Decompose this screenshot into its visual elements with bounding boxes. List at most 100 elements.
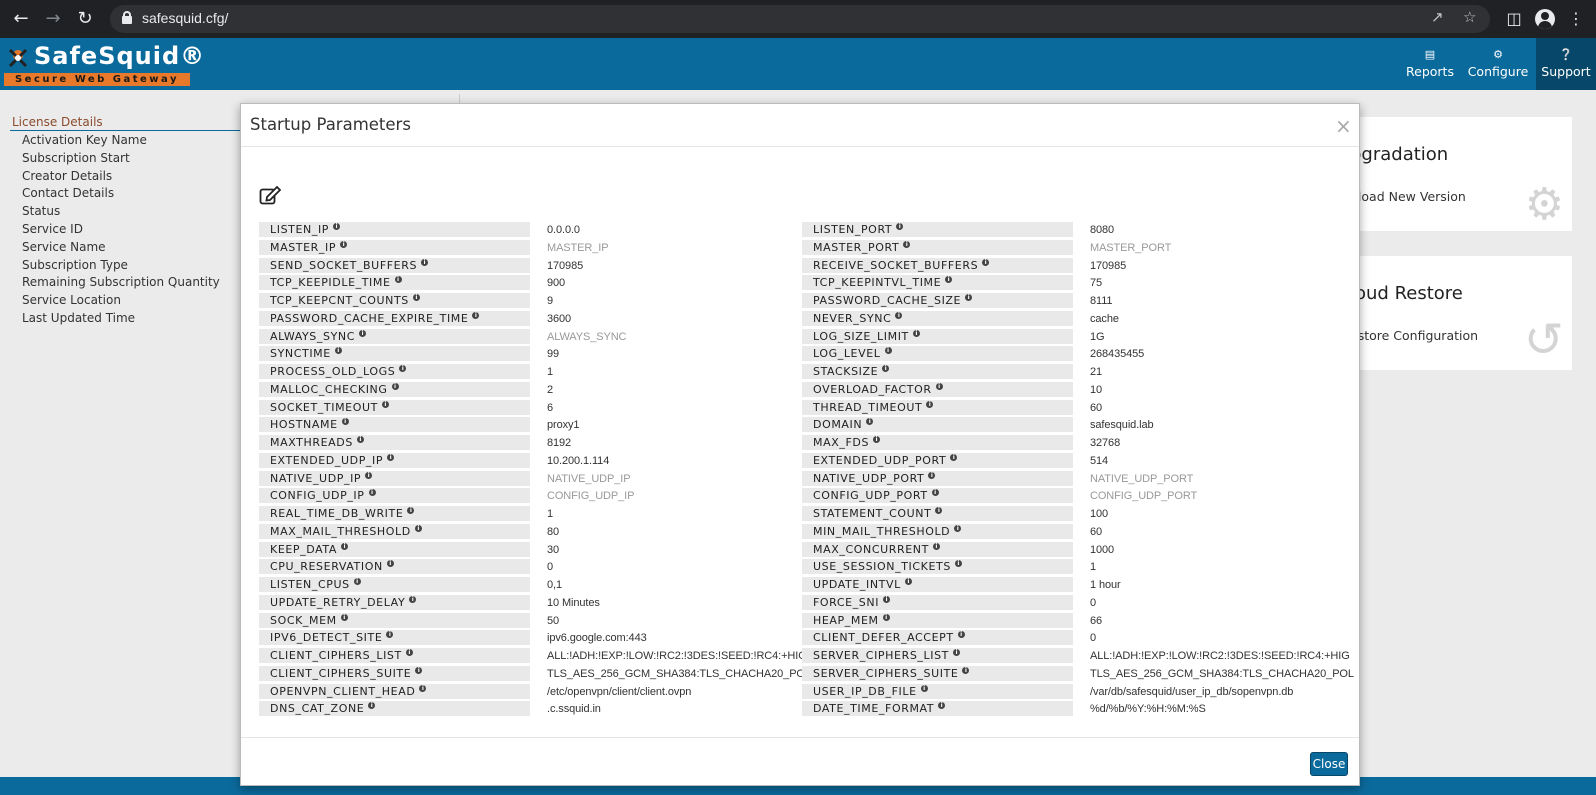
reports-label: Reports (1406, 64, 1454, 79)
info-icon[interactable]: i (368, 702, 376, 710)
parameter-key: UPDATE_RETRY_DELAY i (259, 594, 530, 610)
info-icon[interactable]: i (353, 578, 361, 585)
parameter-key-label: LOG_SIZE_LIMIT (813, 329, 909, 343)
info-icon[interactable]: i (938, 702, 946, 710)
parameter-value: 66 (1090, 614, 1103, 627)
info-icon[interactable]: i (407, 507, 415, 514)
info-icon[interactable]: i (935, 507, 943, 514)
info-icon[interactable]: i (391, 382, 399, 390)
upload-new-version-link[interactable]: pload New Version (1350, 189, 1466, 204)
star-icon[interactable]: ☆ (1463, 8, 1476, 26)
parameter-key: OPENVPN_CLIENT_HEAD i (259, 683, 530, 699)
parameter-value: CONFIG_UDP_IP (547, 490, 635, 503)
info-icon[interactable]: i (334, 347, 342, 355)
info-icon[interactable]: i (950, 453, 958, 461)
profile-avatar-icon[interactable] (1535, 9, 1555, 29)
parameter-key: HEAP_MEM i (802, 612, 1073, 628)
side-panel-icon[interactable]: ◫ (1502, 7, 1526, 31)
info-icon[interactable]: i (926, 400, 934, 408)
info-icon[interactable]: i (920, 684, 928, 692)
edit-icon[interactable] (259, 185, 281, 205)
info-icon[interactable]: i (340, 240, 348, 248)
parameter-key-label: SERVER_CIPHERS_LIST (813, 649, 949, 662)
info-icon[interactable]: i (873, 436, 881, 443)
info-icon[interactable]: i (421, 258, 429, 266)
restore-configuration-link[interactable]: estore Configuration (1350, 328, 1478, 343)
info-icon[interactable]: i (368, 489, 376, 497)
info-icon[interactable]: i (415, 666, 423, 674)
info-icon[interactable]: i (935, 382, 943, 390)
info-icon[interactable]: i (359, 329, 367, 337)
info-icon[interactable]: i (381, 400, 389, 408)
parameter-key: OVERLOAD_FACTOR i (802, 381, 1073, 397)
info-icon[interactable]: i (884, 347, 892, 355)
info-icon[interactable]: i (341, 542, 348, 550)
safesquid-logo[interactable]: SafeSquid® Secure Web Gateway (4, 42, 204, 86)
info-icon[interactable]: i (340, 613, 348, 621)
info-icon[interactable]: i (399, 365, 407, 372)
parameter-key-label: LISTEN_CPUS (270, 578, 350, 591)
info-icon[interactable]: i (866, 418, 874, 426)
info-icon[interactable]: i (903, 240, 911, 248)
info-icon[interactable]: i (928, 471, 936, 479)
info-icon[interactable]: i (386, 631, 394, 639)
info-icon[interactable]: i (883, 595, 891, 603)
info-icon[interactable]: i (365, 471, 373, 479)
info-icon[interactable]: i (896, 223, 904, 230)
info-icon[interactable]: i (419, 684, 427, 692)
reports-button[interactable]: ▤ Reports (1400, 38, 1460, 90)
info-icon[interactable]: i (386, 560, 394, 568)
info-icon[interactable]: i (882, 365, 890, 372)
parameter-key-label: STACKSIZE (813, 365, 879, 378)
info-icon[interactable]: i (412, 294, 420, 301)
license-details-title[interactable]: License Details (10, 114, 250, 131)
info-icon[interactable]: i (882, 613, 890, 621)
info-icon[interactable]: i (932, 542, 940, 550)
reload-icon[interactable]: ↻ (73, 7, 97, 31)
parameter-key-label: LOG_LEVEL (813, 347, 881, 361)
logo-text: SafeSquid® (34, 42, 206, 70)
info-icon[interactable]: i (409, 595, 417, 603)
parameter-key-label: OVERLOAD_FACTOR (813, 382, 932, 396)
info-icon[interactable]: i (414, 524, 422, 532)
info-icon[interactable]: i (472, 311, 480, 319)
support-button[interactable]: ❔ Support (1536, 38, 1596, 90)
info-icon[interactable]: i (405, 649, 413, 656)
info-icon[interactable]: i (954, 524, 962, 532)
share-icon[interactable]: ↗ (1431, 8, 1444, 26)
address-bar[interactable]: safesquid.cfg/ ↗ ☆ (110, 5, 1490, 33)
info-icon[interactable]: i (341, 418, 349, 426)
parameter-value: 1 (1090, 561, 1097, 574)
info-icon[interactable]: i (394, 276, 402, 284)
info-icon[interactable]: i (965, 294, 973, 301)
parameter-key: LISTEN_IP i (259, 222, 530, 237)
parameter-key: DATE_TIME_FORMAT i (802, 701, 1073, 717)
parameter-value: 1000 (1090, 543, 1115, 556)
parameter-key-label: LISTEN_PORT (813, 223, 893, 236)
info-icon[interactable]: i (912, 329, 920, 337)
parameter-value: 3600 (547, 312, 572, 325)
more-menu-icon[interactable]: ⋮ (1564, 7, 1588, 31)
close-icon[interactable]: × (1335, 114, 1352, 138)
info-icon[interactable]: i (904, 578, 912, 585)
info-icon[interactable]: i (333, 223, 341, 230)
back-arrow-icon[interactable]: ← (9, 7, 33, 31)
configure-button[interactable]: ⚙ Configure (1464, 38, 1532, 90)
parameter-key-label: THREAD_TIMEOUT (813, 400, 923, 414)
info-icon[interactable]: i (931, 489, 939, 497)
info-icon[interactable]: i (954, 560, 962, 568)
close-button[interactable]: Close (1310, 752, 1348, 776)
forward-arrow-icon[interactable]: → (41, 7, 65, 31)
info-icon[interactable]: i (962, 666, 970, 674)
info-icon[interactable]: i (957, 631, 965, 639)
parameter-key: NATIVE_UDP_PORT i (802, 470, 1073, 486)
info-icon[interactable]: i (952, 649, 960, 656)
parameter-key-label: HOSTNAME (270, 418, 338, 432)
info-icon[interactable]: i (356, 436, 364, 443)
info-icon[interactable]: i (945, 276, 953, 284)
info-icon[interactable]: i (387, 453, 395, 461)
info-icon[interactable]: i (982, 258, 990, 266)
info-icon[interactable]: i (895, 311, 903, 319)
parameter-value: CONFIG_UDP_PORT (1090, 490, 1198, 503)
parameter-value: safesquid.lab (1090, 419, 1154, 432)
